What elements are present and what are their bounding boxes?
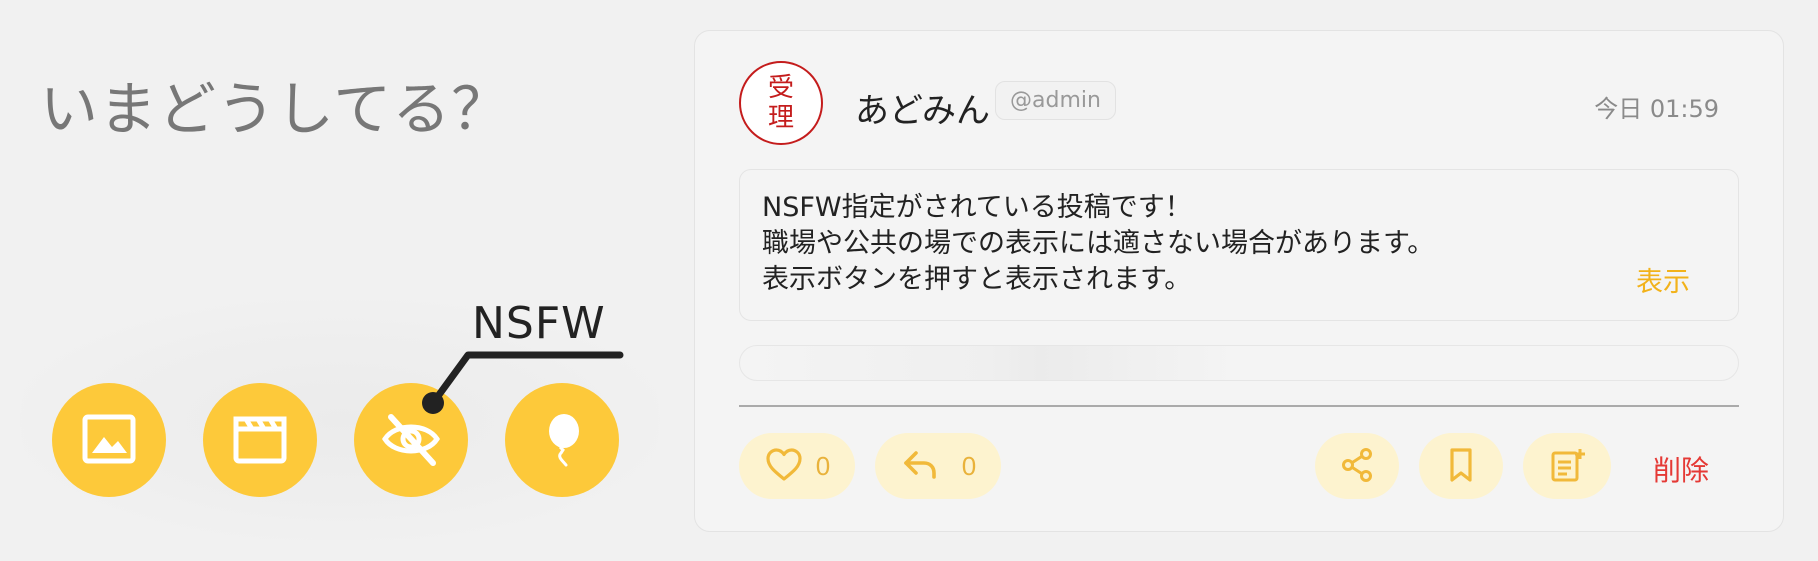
note-add-icon bbox=[1547, 445, 1587, 488]
avatar[interactable]: 受理 bbox=[739, 61, 823, 145]
composer-prompt[interactable]: いまどうしてる？ bbox=[40, 62, 510, 146]
divider bbox=[739, 405, 1739, 407]
post-timestamp: 今日 01:59 bbox=[1594, 95, 1719, 123]
show-content-button[interactable]: 表示 bbox=[1636, 260, 1690, 299]
post-card: 受理 あどみん @admin 今日 01:59 NSFW指定がされている投稿です… bbox=[694, 30, 1784, 532]
reply-icon bbox=[900, 445, 940, 488]
image-icon bbox=[77, 407, 141, 474]
username[interactable]: あどみん bbox=[855, 83, 990, 132]
balloon-button[interactable] bbox=[505, 383, 619, 497]
nsfw-warning-box: NSFW指定がされている投稿です！ 職場や公共の場での表示には適さない場合があり… bbox=[739, 169, 1739, 321]
delete-button[interactable]: 削除 bbox=[1653, 449, 1709, 489]
loading-placeholder bbox=[739, 345, 1739, 381]
like-button[interactable]: 0 bbox=[739, 433, 855, 499]
bookmark-button[interactable] bbox=[1419, 433, 1503, 499]
video-upload-button[interactable] bbox=[203, 383, 317, 497]
image-upload-button[interactable] bbox=[52, 383, 166, 497]
share-button[interactable] bbox=[1315, 433, 1399, 499]
bookmark-icon bbox=[1441, 445, 1481, 488]
balloon-icon bbox=[530, 407, 594, 474]
heart-icon bbox=[764, 445, 804, 488]
eye-off-icon bbox=[379, 407, 443, 474]
nsfw-callout-label: NSFW bbox=[472, 298, 606, 349]
like-count: 0 bbox=[815, 450, 831, 481]
nsfw-warning-text: NSFW指定がされている投稿です！ 職場や公共の場での表示には適さない場合があり… bbox=[762, 192, 1435, 295]
reply-count: 0 bbox=[961, 450, 977, 481]
share-icon bbox=[1337, 445, 1377, 488]
video-icon bbox=[228, 407, 292, 474]
avatar-stamp: 受理 bbox=[767, 73, 794, 133]
nsfw-toggle-button[interactable] bbox=[354, 383, 468, 497]
reply-button[interactable]: 0 bbox=[875, 433, 1001, 499]
user-handle[interactable]: @admin bbox=[995, 81, 1116, 120]
composer-panel: いまどうしてる？ NSFW bbox=[0, 0, 680, 561]
add-note-button[interactable] bbox=[1523, 433, 1611, 499]
